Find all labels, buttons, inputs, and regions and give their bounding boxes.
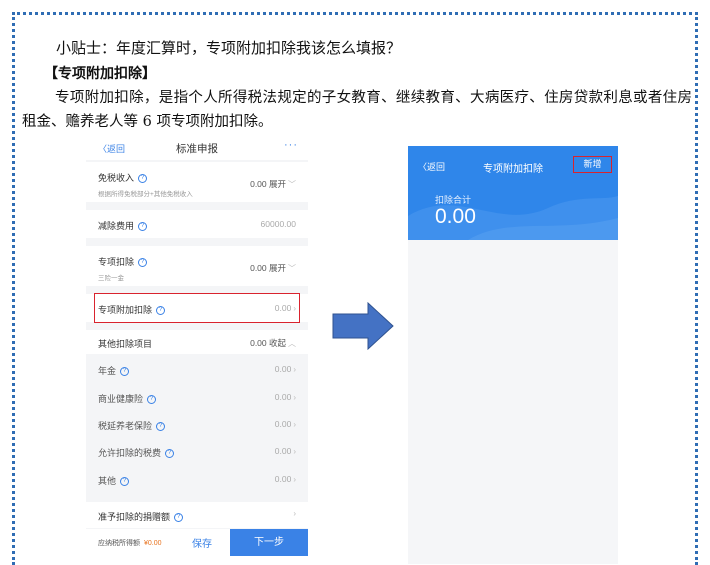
row-value: 0.00 展开 bbox=[250, 263, 286, 273]
row-label: 年金 bbox=[98, 366, 117, 376]
row-label: 商业健康险 bbox=[98, 394, 144, 404]
row-other[interactable]: 其他? 0.00 › bbox=[86, 466, 308, 492]
highlight-box bbox=[94, 293, 300, 323]
row-value: 0.00 bbox=[274, 392, 292, 402]
tip-title: 小贴士：年度汇算时，专项附加扣除我该怎么填报？ bbox=[56, 39, 402, 57]
add-new-button[interactable]: 新增 bbox=[573, 156, 612, 173]
help-icon[interactable]: ? bbox=[120, 367, 130, 377]
row-deduction-expense[interactable]: 减除费用? 60000.00 bbox=[86, 210, 308, 238]
chevron-right-icon: › bbox=[293, 475, 296, 484]
summary-header: 〈返回 专项附加扣除 新增 扣除合计 0.00 bbox=[408, 146, 618, 240]
bottom-bar: 应纳税所得额 ¥0.00 保存 下一步 bbox=[86, 529, 308, 556]
chevron-down-icon: ﹀ bbox=[288, 264, 296, 273]
row-value: 60000.00 bbox=[260, 219, 296, 229]
row-pension-insurance[interactable]: 税延养老保险? 0.00 › bbox=[86, 411, 308, 437]
chevron-down-icon: ﹀ bbox=[288, 180, 296, 189]
help-icon[interactable]: ? bbox=[165, 449, 175, 459]
body-paragraph: 专项附加扣除，是指个人所得税法规定的子女教育、继续教育、大病医疗、住房贷款利息或… bbox=[22, 90, 692, 130]
row-label: 准予扣除的捐赠额 bbox=[98, 512, 171, 522]
row-label: 允许扣除的税费 bbox=[98, 448, 162, 458]
row-health-insurance[interactable]: 商业健康险? 0.00 › bbox=[86, 384, 308, 410]
more-icon[interactable]: ··· bbox=[284, 139, 298, 151]
nav-bar: 〈返回 标准申报 ··· bbox=[86, 136, 308, 160]
row-label: 免税收入 bbox=[98, 173, 135, 183]
help-icon[interactable]: ? bbox=[156, 422, 166, 432]
standard-declaration-screen: 〈返回 标准申报 ··· 免税收入? 根据所得免税部分+其他免税收入 0.00 … bbox=[86, 136, 308, 556]
save-button[interactable]: 保存 bbox=[192, 535, 212, 550]
row-value: 0.00 bbox=[274, 364, 292, 374]
special-deduction-screen: 〈返回 专项附加扣除 新增 扣除合计 0.00 bbox=[408, 146, 618, 564]
row-tax-exempt-income[interactable]: 免税收入? 根据所得免税部分+其他免税收入 0.00 展开 ﹀ bbox=[86, 162, 308, 202]
row-donation[interactable]: 准予扣除的捐赠额? › bbox=[86, 502, 308, 528]
row-value: 0.00 bbox=[274, 474, 292, 484]
help-icon[interactable]: ? bbox=[174, 513, 184, 523]
chevron-right-icon: › bbox=[293, 420, 296, 429]
row-value: 0.00 bbox=[274, 446, 292, 456]
row-label: 税延养老保险 bbox=[98, 421, 153, 431]
help-icon[interactable]: ? bbox=[120, 477, 130, 487]
chevron-right-icon: › bbox=[293, 509, 296, 518]
right-arrow-icon bbox=[332, 302, 394, 350]
row-label: 其他扣除项目 bbox=[98, 339, 153, 349]
taxable-income-value: ¥0.00 bbox=[144, 540, 162, 547]
help-icon[interactable]: ? bbox=[138, 174, 148, 184]
row-deductible-taxes[interactable]: 允许扣除的税费? 0.00 › bbox=[86, 438, 308, 464]
chevron-right-icon: › bbox=[293, 365, 296, 374]
row-value: 0.00 展开 bbox=[250, 179, 286, 189]
row-annuity[interactable]: 年金? 0.00 › bbox=[86, 356, 308, 382]
section-heading: 【专项附加扣除】 bbox=[44, 66, 156, 82]
help-icon[interactable]: ? bbox=[138, 258, 148, 268]
row-label: 其他 bbox=[98, 476, 117, 486]
row-special-deduction[interactable]: 专项扣除? 三险一金 0.00 展开 ﹀ bbox=[86, 246, 308, 286]
row-value: 0.00 bbox=[274, 419, 292, 429]
taxable-income-label: 应纳税所得额 bbox=[98, 540, 140, 547]
chevron-right-icon: › bbox=[293, 447, 296, 456]
help-icon[interactable]: ? bbox=[147, 395, 157, 405]
row-label: 减除费用 bbox=[98, 221, 135, 231]
help-icon[interactable]: ? bbox=[138, 222, 148, 232]
row-label: 专项扣除 bbox=[98, 257, 135, 267]
chevron-up-icon: ︿ bbox=[288, 339, 296, 348]
next-step-button[interactable]: 下一步 bbox=[230, 529, 308, 556]
row-value: 0.00 收起 bbox=[250, 338, 286, 348]
row-sublabel: 根据所得免税部分+其他免税收入 bbox=[98, 191, 193, 198]
deduction-total-value: 0.00 bbox=[435, 205, 476, 228]
row-sublabel: 三险一金 bbox=[98, 275, 124, 282]
row-other-deductions[interactable]: 其他扣除项目 0.00 收起 ︿ bbox=[86, 330, 308, 354]
screen-title: 标准申报 bbox=[176, 143, 218, 155]
chevron-right-icon: › bbox=[293, 393, 296, 402]
